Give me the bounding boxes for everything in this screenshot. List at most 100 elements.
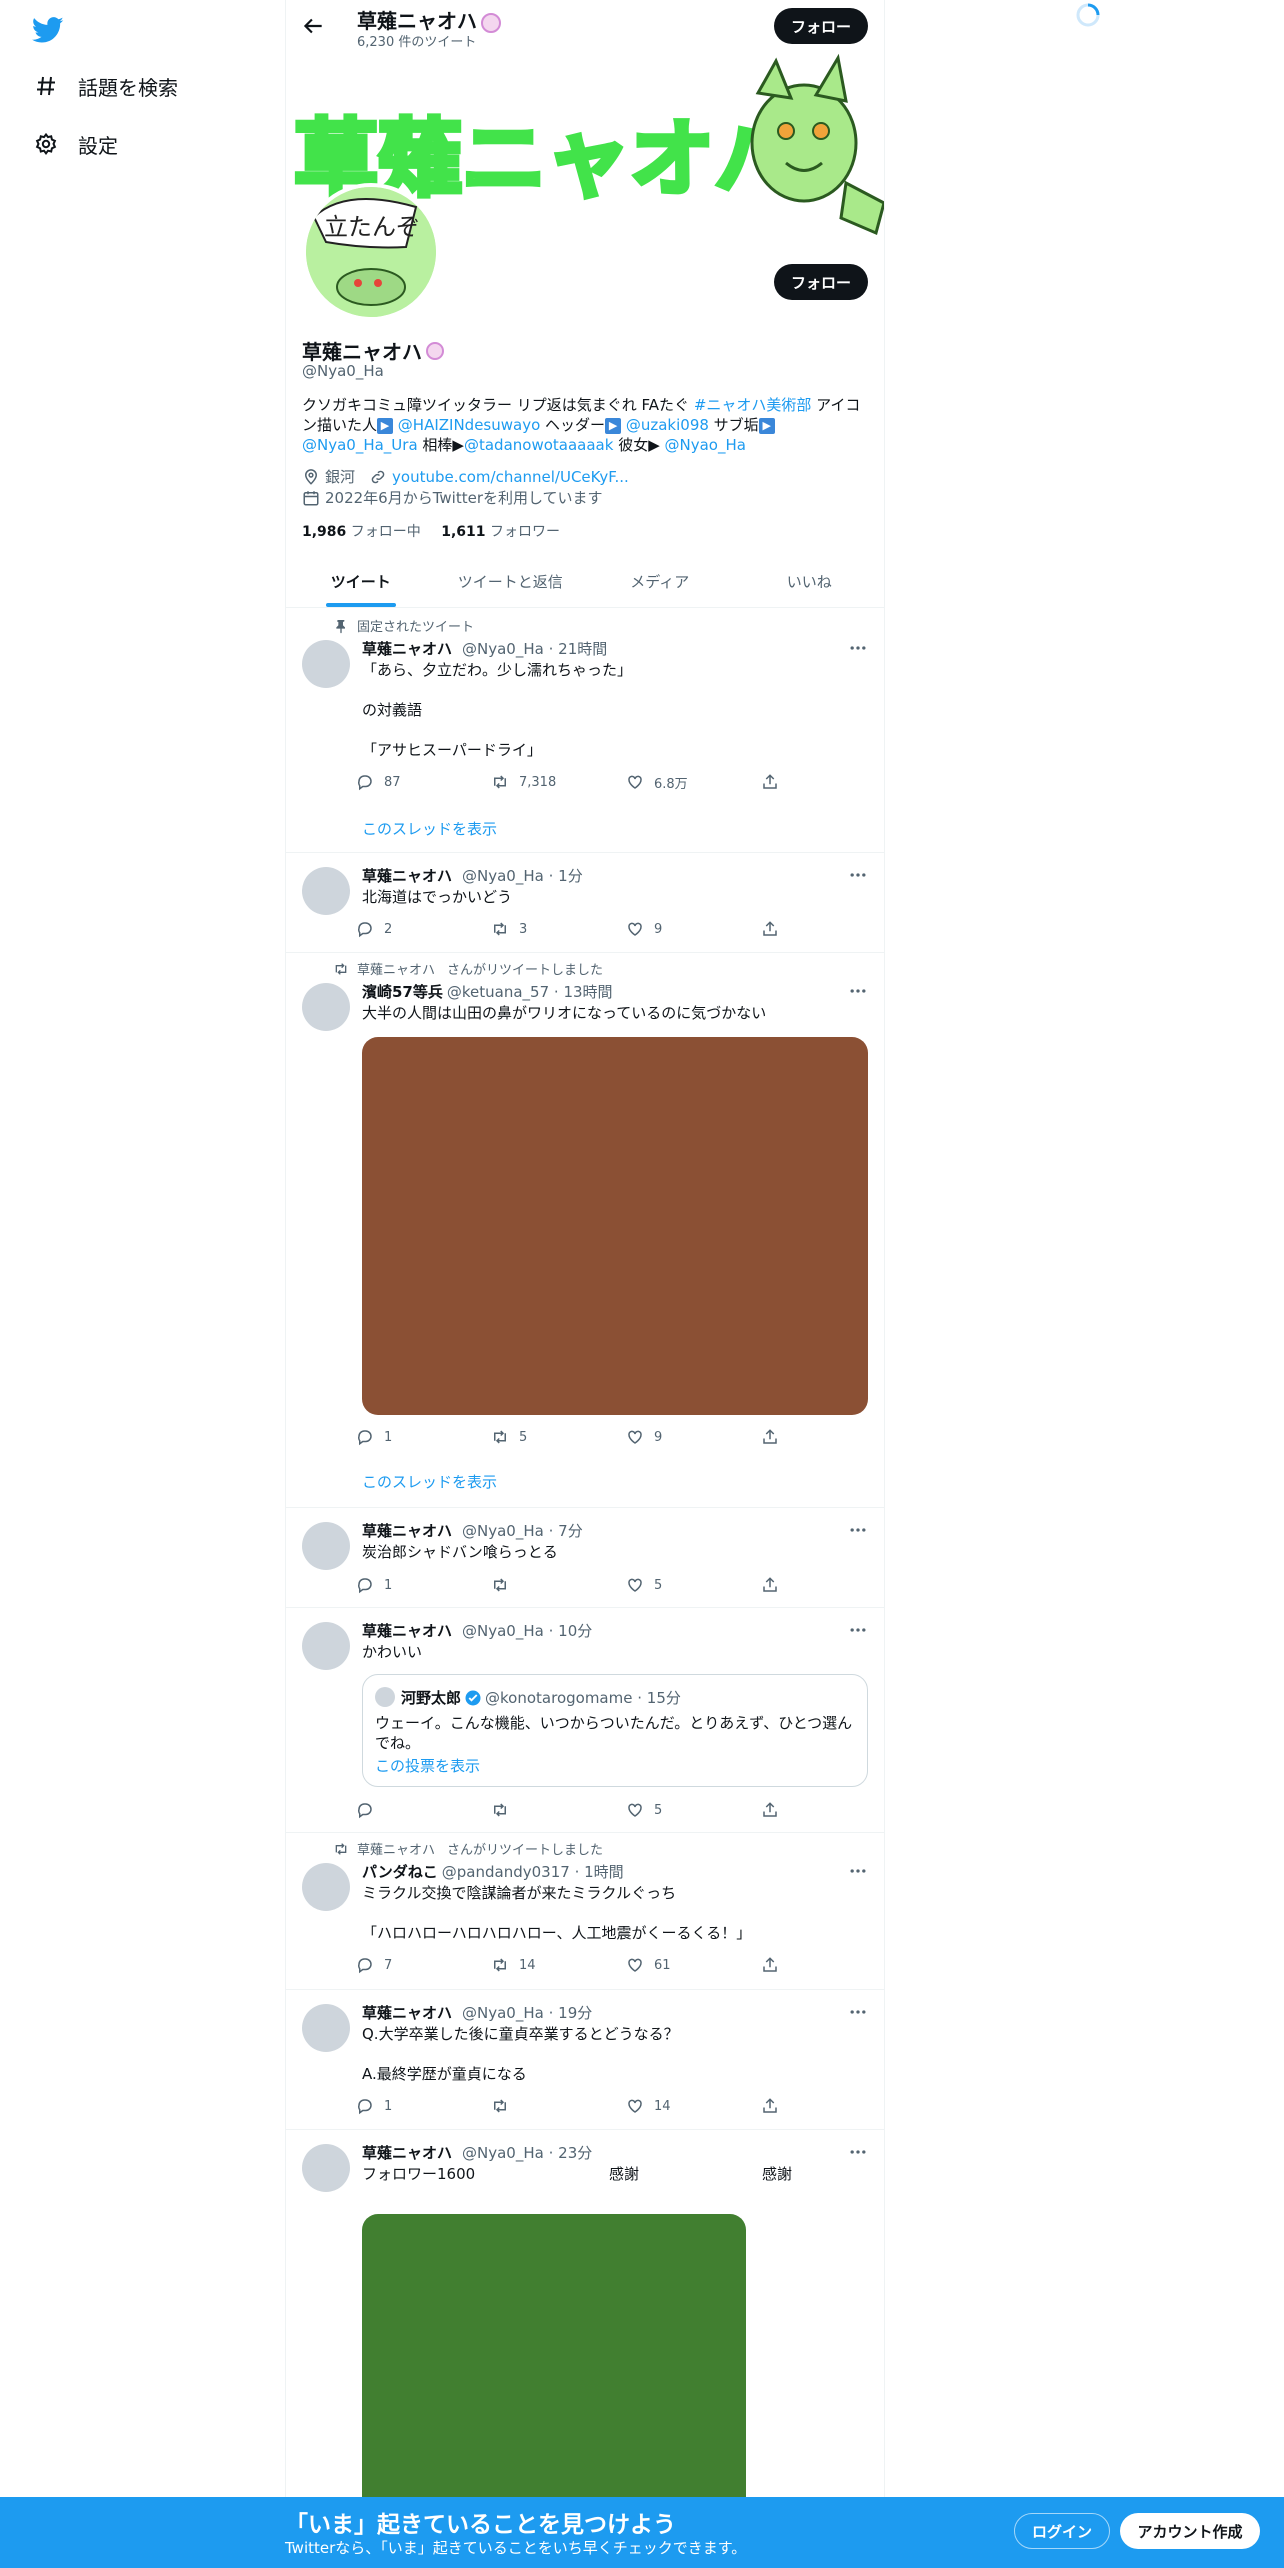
following-link[interactable]: 1,986 フォロー中 [302,524,421,540]
retweet-button[interactable]: 5 [491,1427,626,1447]
share-button[interactable] [761,919,801,939]
share-button[interactable] [761,1575,801,1595]
more-options-icon[interactable] [848,981,868,1001]
profile-joined-date: 2022年6月からTwitterを利用しています [325,489,603,507]
reply-button[interactable] [356,1800,491,1820]
share-button[interactable] [761,2096,801,2116]
tab-media[interactable]: メディア [585,555,735,607]
tweet-actions: 5 [356,1800,816,1820]
mention-link[interactable]: @HAIZINdesuwayo [398,416,540,434]
share-button[interactable] [761,1800,801,1820]
reply-button[interactable]: 1 [356,1575,491,1595]
tweet-item[interactable]: 固定されたツイート 草薙ニャオハ @Nya0_Ha · 21時間 「あら、夕立だわ… [286,608,884,853]
tab-tweets[interactable]: ツイート [286,555,436,607]
sidebar-item-settings[interactable]: 設定 [34,124,118,164]
heart-icon [628,775,642,789]
reply-button[interactable]: 2 [356,919,491,939]
profile-website-link[interactable]: youtube.com/channel/UCeKyF... [392,468,629,486]
show-thread-link[interactable]: このスレッドを表示 [362,1471,497,1492]
tab-likes[interactable]: いいね [735,555,885,607]
reply-button[interactable]: 7 [356,1955,491,1975]
tweet-item[interactable]: 草薙ニャオハ @Nya0_Ha · 1分 北海道はでっかいどう 2 3 9 [286,853,884,953]
show-thread-link[interactable]: このスレッドを表示 [362,818,497,839]
mention-link[interactable]: @uzaki098 [626,416,709,434]
header-follow-button[interactable]: フォロー [774,8,868,44]
profile-avatar[interactable]: 立たんぞ [302,183,440,321]
quoted-tweet[interactable]: 河野太郎 @konotarogomame · 15分 ウェーイ。こんな機能、いつ… [362,1674,868,1787]
tweet-image[interactable] [362,1037,868,1415]
share-button[interactable] [761,1955,801,1975]
tweet-item[interactable]: 草薙ニャオハ @Nya0_Ha · 7分 炭治郎シャドバン喰らっとる 1 5 [286,1508,884,1608]
followers-link[interactable]: 1,611 フォロワー [441,524,560,540]
like-button[interactable]: 14 [626,2096,761,2116]
back-arrow-icon[interactable] [300,13,326,39]
retweet-button[interactable] [491,1575,626,1595]
tweet-avatar[interactable] [302,1863,350,1911]
tweet-text: 感謝 [762,2165,793,2183]
play-emoji-icon: ▶ [605,417,622,434]
tweet-avatar[interactable] [302,1522,350,1570]
retweet-button[interactable]: 3 [491,919,626,939]
share-button[interactable] [761,1427,801,1447]
show-poll-link[interactable]: この投票を表示 [375,1755,480,1776]
reply-button[interactable]: 1 [356,1427,491,1447]
tweet-actions: 1 5 9 [356,1427,816,1447]
reply-button[interactable]: 1 [356,2096,491,2116]
signup-banner-subtitle: Twitterなら、「いま」起きていることをいち早くチェックできます。 [285,2539,747,2557]
like-button[interactable]: 9 [626,919,761,939]
tweet-avatar[interactable] [302,867,350,915]
more-options-icon[interactable] [848,865,868,885]
tweet-item[interactable]: 草薙ニャオハ さんがリツイートしました パンダねこ @pandandy0317 · … [286,1833,884,1990]
tweet-text: 「あら、夕立だわ。少し濡れちゃった」 の対義語 「アサヒスーパードライ」 [362,661,633,759]
hashtag-link[interactable]: #ニャオハ美術部 [694,396,812,414]
tweet-actions: 2 3 9 [356,919,816,939]
avatar-caption-art: 立たんぞ [324,213,420,241]
tweet-item[interactable]: 草薙ニャオハ さんがリツイートしました 濱崎57等兵 @ketuana_57 · 1… [286,953,884,1508]
tweet-avatar[interactable] [302,640,350,688]
tweet-avatar[interactable] [302,983,350,1031]
more-options-icon[interactable] [848,2002,868,2022]
tweet-avatar[interactable] [302,2004,350,2052]
profile-follow-button[interactable]: フォロー [774,264,868,300]
heart-icon [628,2099,642,2113]
like-button[interactable]: 61 [626,1955,761,1975]
tweet-avatar[interactable] [302,1622,350,1670]
like-button[interactable]: 5 [626,1800,761,1820]
more-options-icon[interactable] [848,1520,868,1540]
retweet-button[interactable] [491,2096,626,2116]
reply-icon [358,1430,372,1446]
retweet-button[interactable] [491,1800,626,1820]
tweet-item[interactable]: 草薙ニャオハ @Nya0_Ha · 10分 かわいい 河野太郎 @konotaro… [286,1608,884,1833]
twitter-logo-icon[interactable] [32,14,64,46]
like-button[interactable]: 6.8万 [626,772,761,792]
more-options-icon[interactable] [848,1620,868,1640]
profile-bio: クソガキコミュ障ツイッタラー リプ返は気まぐれ FAたぐ #ニャオハ美術部 アイ… [302,396,861,454]
like-button[interactable]: 9 [626,1427,761,1447]
reply-button[interactable]: 87 [356,772,491,792]
signup-button[interactable]: アカウント作成 [1120,2513,1260,2549]
mention-link[interactable]: @tadanowotaaaaak [464,436,613,454]
login-button[interactable]: ログイン [1014,2513,1110,2549]
share-icon [763,1429,777,1444]
more-options-icon[interactable] [848,638,868,658]
quoted-text: ウェーイ。こんな機能、いつからついたんだ。とりあえず、ひとつ選んでね。 [375,1714,853,1752]
gear-icon [35,132,57,155]
retweet-button[interactable]: 7,318 [491,772,626,792]
tweet-count: 6,230 件のツイート [357,35,477,50]
mention-link[interactable]: @Nya0_Ha_Ura [302,436,418,454]
tweet-avatar[interactable] [302,2144,350,2192]
tweet-text: 感謝 [609,2165,640,2183]
tab-tweets-and-replies[interactable]: ツイートと返信 [436,555,586,607]
retweet-icon [494,922,506,936]
share-button[interactable] [761,772,801,792]
retweet-button[interactable]: 14 [491,1955,626,1975]
like-button[interactable]: 5 [626,1575,761,1595]
tweet-item[interactable]: 草薙ニャオハ @Nya0_Ha · 19分 Q.大学卒業した後に童貞卒業するとどう… [286,1990,884,2130]
heart-icon [628,1803,642,1817]
more-options-icon[interactable] [848,2142,868,2162]
reply-icon [358,922,372,938]
profile-tabs: ツイート ツイートと返信 メディア いいね [286,555,884,608]
sidebar-item-explore[interactable]: 話題を検索 [34,66,178,106]
mention-link[interactable]: @Nyao_Ha [665,436,746,454]
more-options-icon[interactable] [848,1861,868,1881]
